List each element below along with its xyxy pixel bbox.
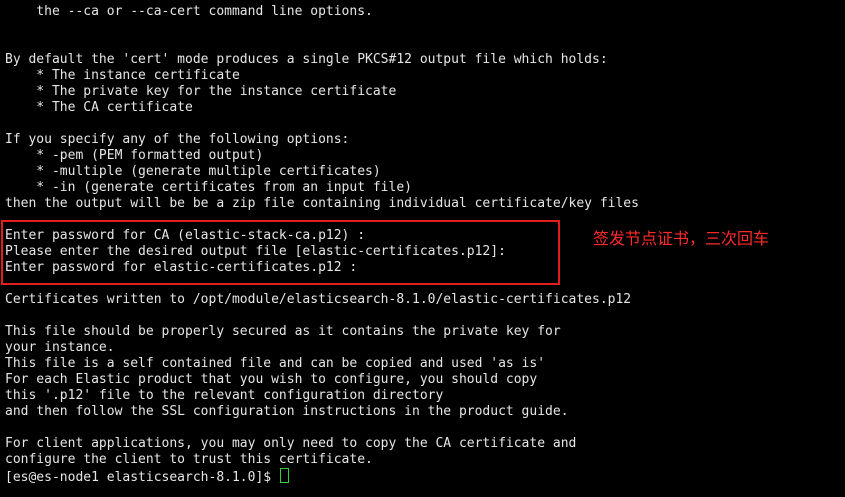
terminal-line: * -multiple (generate multiple certifica… — [5, 164, 381, 179]
terminal-line: * -in (generate certificates from an inp… — [5, 180, 412, 195]
terminal-line: Certificates written to /opt/module/elas… — [5, 292, 632, 307]
terminal-line: * -pem (PEM formatted output) — [5, 148, 264, 163]
annotation-label: 签发节点证书，三次回车 — [593, 229, 770, 248]
text-cursor — [279, 468, 289, 483]
terminal-line: then the output will be be a zip file co… — [5, 196, 639, 211]
terminal-line: For client applications, you may only ne… — [5, 436, 577, 451]
terminal-line: This file should be properly secured as … — [5, 324, 561, 339]
shell-prompt-line[interactable]: [es@es-node1 elasticsearch-8.1.0]$ — [5, 468, 289, 485]
terminal-line: * The instance certificate — [5, 68, 240, 83]
terminal-line: * The CA certificate — [5, 100, 193, 115]
terminal-line: If you specify any of the following opti… — [5, 132, 350, 147]
terminal-window[interactable]: the --ca or --ca-cert command line optio… — [0, 0, 845, 497]
terminal-line: For each Elastic product that you wish t… — [5, 372, 538, 387]
terminal-line: this '.p12' file to the relevant configu… — [5, 388, 444, 403]
terminal-line: * The private key for the instance certi… — [5, 84, 397, 99]
highlight-box — [1, 220, 560, 285]
terminal-line: your instance. — [5, 340, 115, 355]
terminal-line: the --ca or --ca-cert command line optio… — [5, 4, 373, 19]
terminal-line: This file is a self contained file and c… — [5, 356, 546, 371]
terminal-line: configure the client to trust this certi… — [5, 452, 373, 467]
terminal-line: and then follow the SSL configuration in… — [5, 404, 569, 419]
shell-prompt: [es@es-node1 elasticsearch-8.1.0]$ — [5, 470, 279, 485]
terminal-line: By default the 'cert' mode produces a si… — [5, 52, 608, 67]
